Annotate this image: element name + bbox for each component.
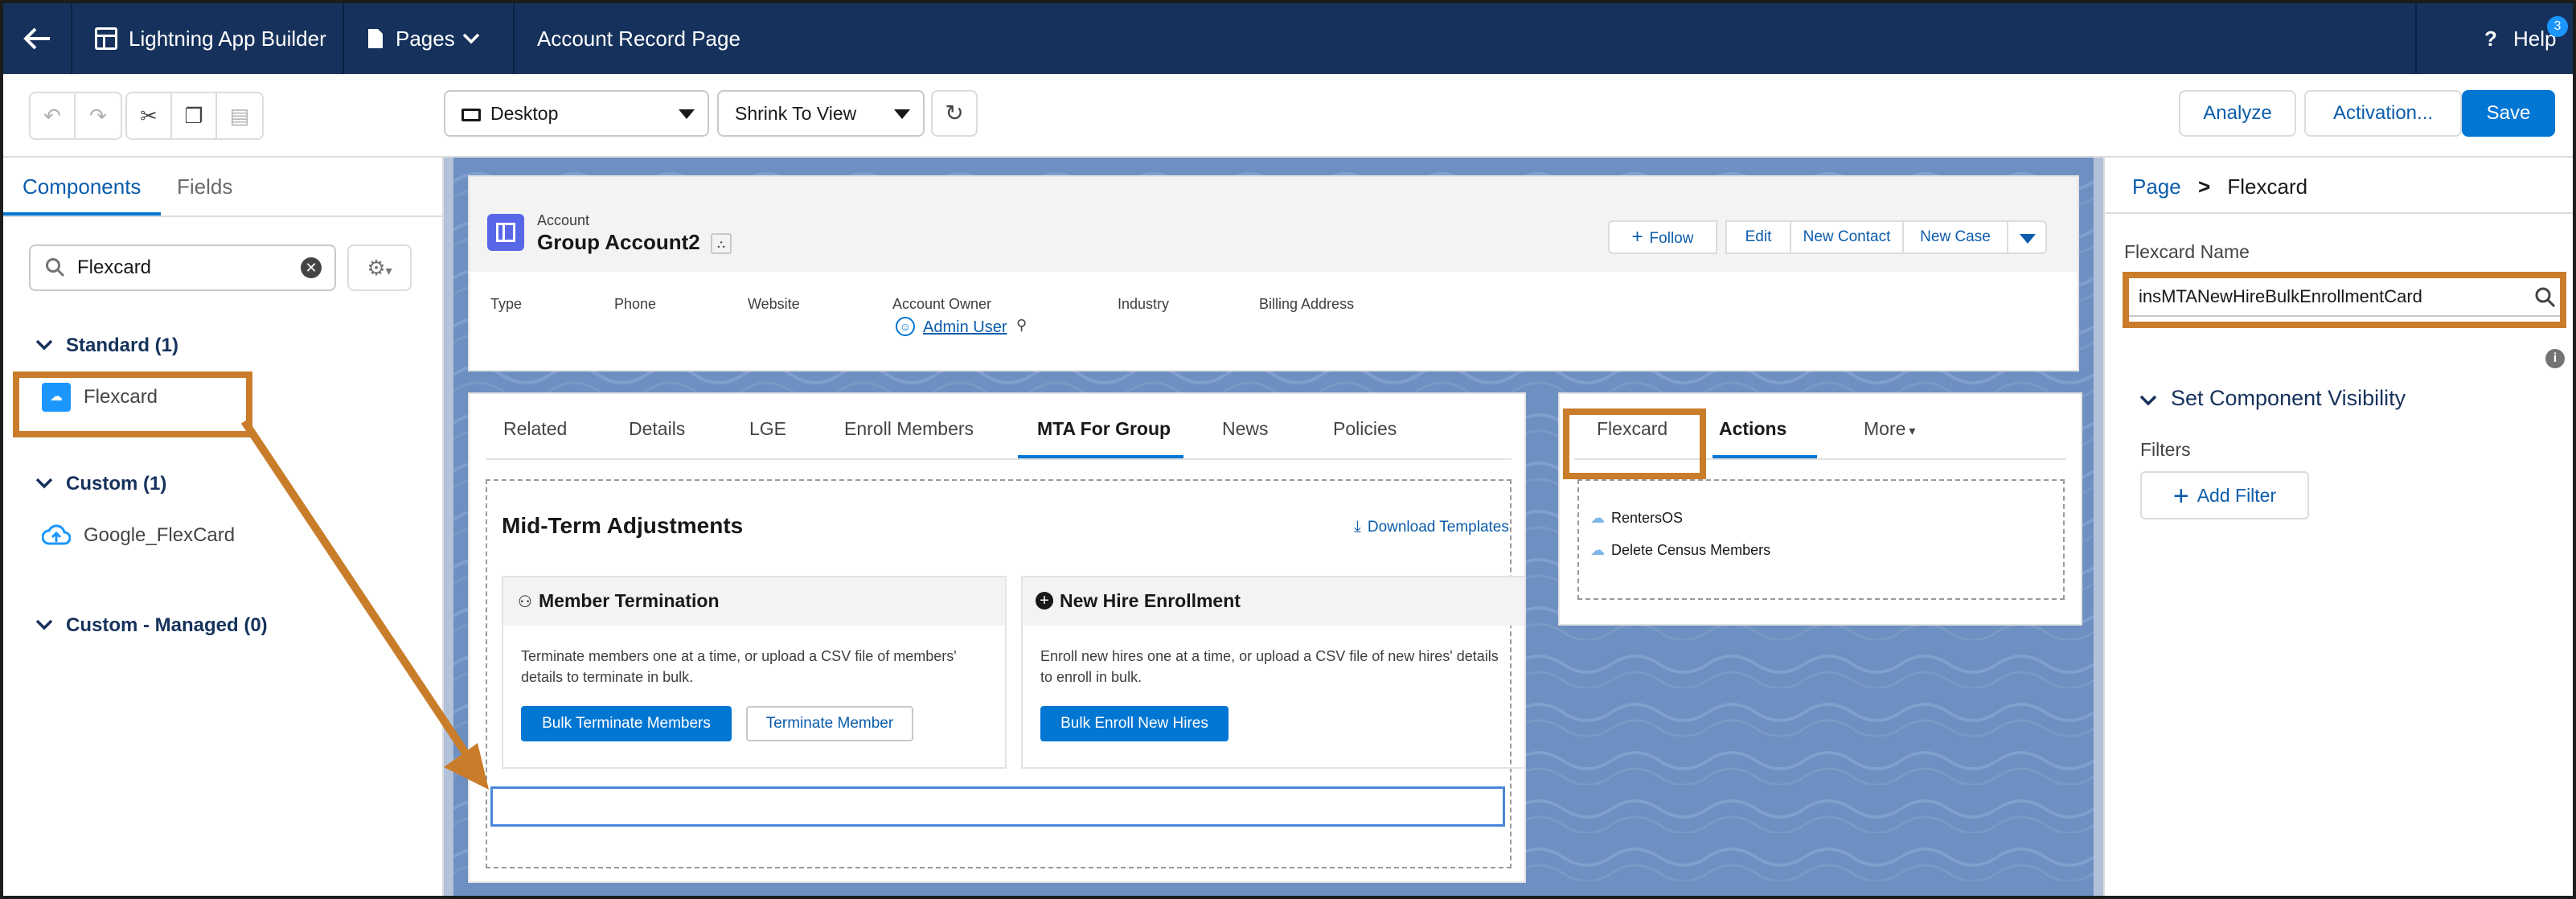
drag-arrow-annotation xyxy=(240,419,489,790)
app-root: Lightning App Builder Pages Account Reco… xyxy=(0,0,2576,899)
